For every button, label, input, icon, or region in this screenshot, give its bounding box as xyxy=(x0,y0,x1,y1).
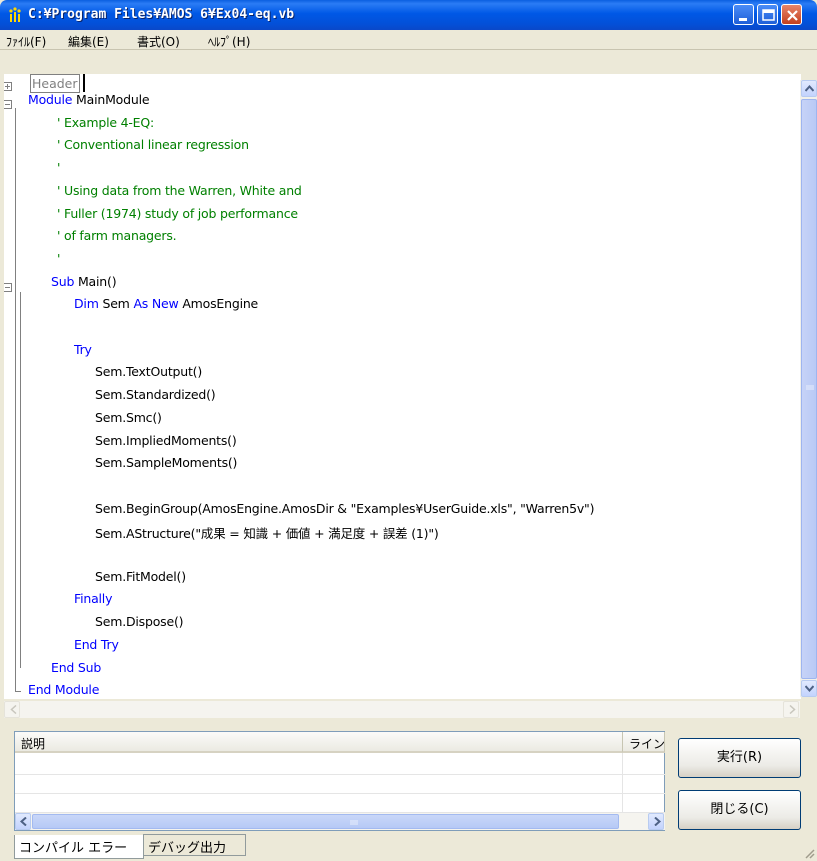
window-title: C:¥Program Files¥AMOS 6¥Ex04-eq.vb xyxy=(28,7,295,22)
amos-app-icon xyxy=(8,7,22,23)
error-grid-row xyxy=(15,793,665,794)
code-line[interactable]: Sem.ImpliedMoments() xyxy=(95,433,237,455)
code-line[interactable]: Sem.Dispose() xyxy=(95,614,184,636)
code-editor[interactable]: Module MainModule ' Example 4-EQ: ' Conven… xyxy=(4,74,801,699)
column-header-line[interactable]: ライン xyxy=(623,732,665,753)
code-horizontal-scrollbar[interactable] xyxy=(4,701,800,718)
expand-header-toggle[interactable] xyxy=(4,82,12,91)
code-line[interactable]: Module MainModule xyxy=(28,92,150,114)
code-line[interactable]: ' xyxy=(57,251,60,273)
close-window-button[interactable] xyxy=(781,4,802,25)
error-list-horizontal-scrollbar[interactable] xyxy=(15,813,665,830)
tab-compile-errors[interactable]: コンパイル エラー xyxy=(14,835,144,859)
run-button[interactable]: 実行(R) xyxy=(678,738,801,778)
code-line[interactable]: Try xyxy=(74,342,92,364)
compile-error-list[interactable]: 説明 ライン xyxy=(14,731,665,831)
menu-file[interactable]: ﾌｧｲﾙ(F) xyxy=(6,33,46,50)
scroll-up-button[interactable] xyxy=(801,80,817,97)
code-line[interactable]: ' xyxy=(57,160,60,182)
code-line[interactable]: Sem.BeginGroup(AmosEngine.AmosDir & "Exa… xyxy=(95,501,594,523)
column-header-description[interactable]: 説明 xyxy=(15,732,623,753)
code-line[interactable]: End Module xyxy=(28,682,99,699)
code-line[interactable]: Sub Main() xyxy=(51,274,117,296)
menu-help[interactable]: ﾍﾙﾌﾟ(H) xyxy=(208,33,250,50)
code-line[interactable]: End Try xyxy=(74,637,119,659)
menu-bar: ﾌｧｲﾙ(F) 編集(E) 書式(O) ﾍﾙﾌﾟ(H) xyxy=(0,30,817,50)
vertical-scroll-thumb[interactable] xyxy=(801,99,817,679)
maximize-button[interactable] xyxy=(757,4,778,25)
scroll-left-button-disabled xyxy=(4,701,20,718)
header-region-label[interactable]: Header xyxy=(30,74,80,93)
code-line[interactable]: Sem.Smc() xyxy=(95,410,162,432)
code-line[interactable]: ' Conventional linear regression xyxy=(57,137,249,159)
code-line[interactable]: Finally xyxy=(74,591,112,613)
fold-guide-end xyxy=(15,691,21,692)
minimize-button[interactable] xyxy=(733,4,754,25)
code-line[interactable]: Sem.FitModel() xyxy=(95,569,186,591)
code-line[interactable]: Sem.SampleMoments() xyxy=(95,455,237,477)
collapse-module-toggle[interactable] xyxy=(4,100,12,109)
menu-format[interactable]: 書式(O) xyxy=(137,33,180,50)
code-line[interactable]: Sem.Standardized() xyxy=(95,387,216,409)
vertical-scrollbar[interactable] xyxy=(800,80,817,697)
error-scroll-left-button[interactable] xyxy=(15,813,31,830)
close-button[interactable]: 閉じる(C) xyxy=(678,790,801,830)
code-line[interactable]: ' Example 4-EQ: xyxy=(57,115,154,137)
code-line[interactable]: ' Fuller (1974) study of job performance xyxy=(57,206,298,228)
error-scroll-right-button[interactable] xyxy=(648,813,664,830)
text-caret xyxy=(83,74,85,92)
error-grid-row xyxy=(15,774,665,775)
column-divider xyxy=(622,753,623,813)
error-scroll-thumb[interactable] xyxy=(32,814,619,829)
resize-grip-icon[interactable] xyxy=(803,847,815,859)
tab-debug-output[interactable]: デバッグ出力 xyxy=(143,834,246,856)
code-line[interactable]: End Sub xyxy=(51,660,101,682)
code-line[interactable]: ' of farm managers. xyxy=(57,228,177,250)
collapse-sub-toggle[interactable] xyxy=(4,283,12,292)
code-line[interactable]: ' Using data from the Warren, White and xyxy=(57,183,302,205)
scroll-down-button[interactable] xyxy=(801,680,817,697)
fold-guide xyxy=(15,108,16,692)
code-line[interactable]: Sem.TextOutput() xyxy=(95,364,202,386)
code-line[interactable]: Dim Sem As New AmosEngine xyxy=(74,296,258,318)
menu-edit[interactable]: 編集(E) xyxy=(68,33,109,50)
title-bar[interactable]: C:¥Program Files¥AMOS 6¥Ex04-eq.vb xyxy=(0,0,817,30)
fold-guide-sub xyxy=(20,292,21,668)
scroll-right-button-disabled xyxy=(783,701,799,718)
code-line[interactable]: Sem.AStructure("成果 = 知識 + 価値 + 満足度 + 誤差 … xyxy=(95,523,439,545)
